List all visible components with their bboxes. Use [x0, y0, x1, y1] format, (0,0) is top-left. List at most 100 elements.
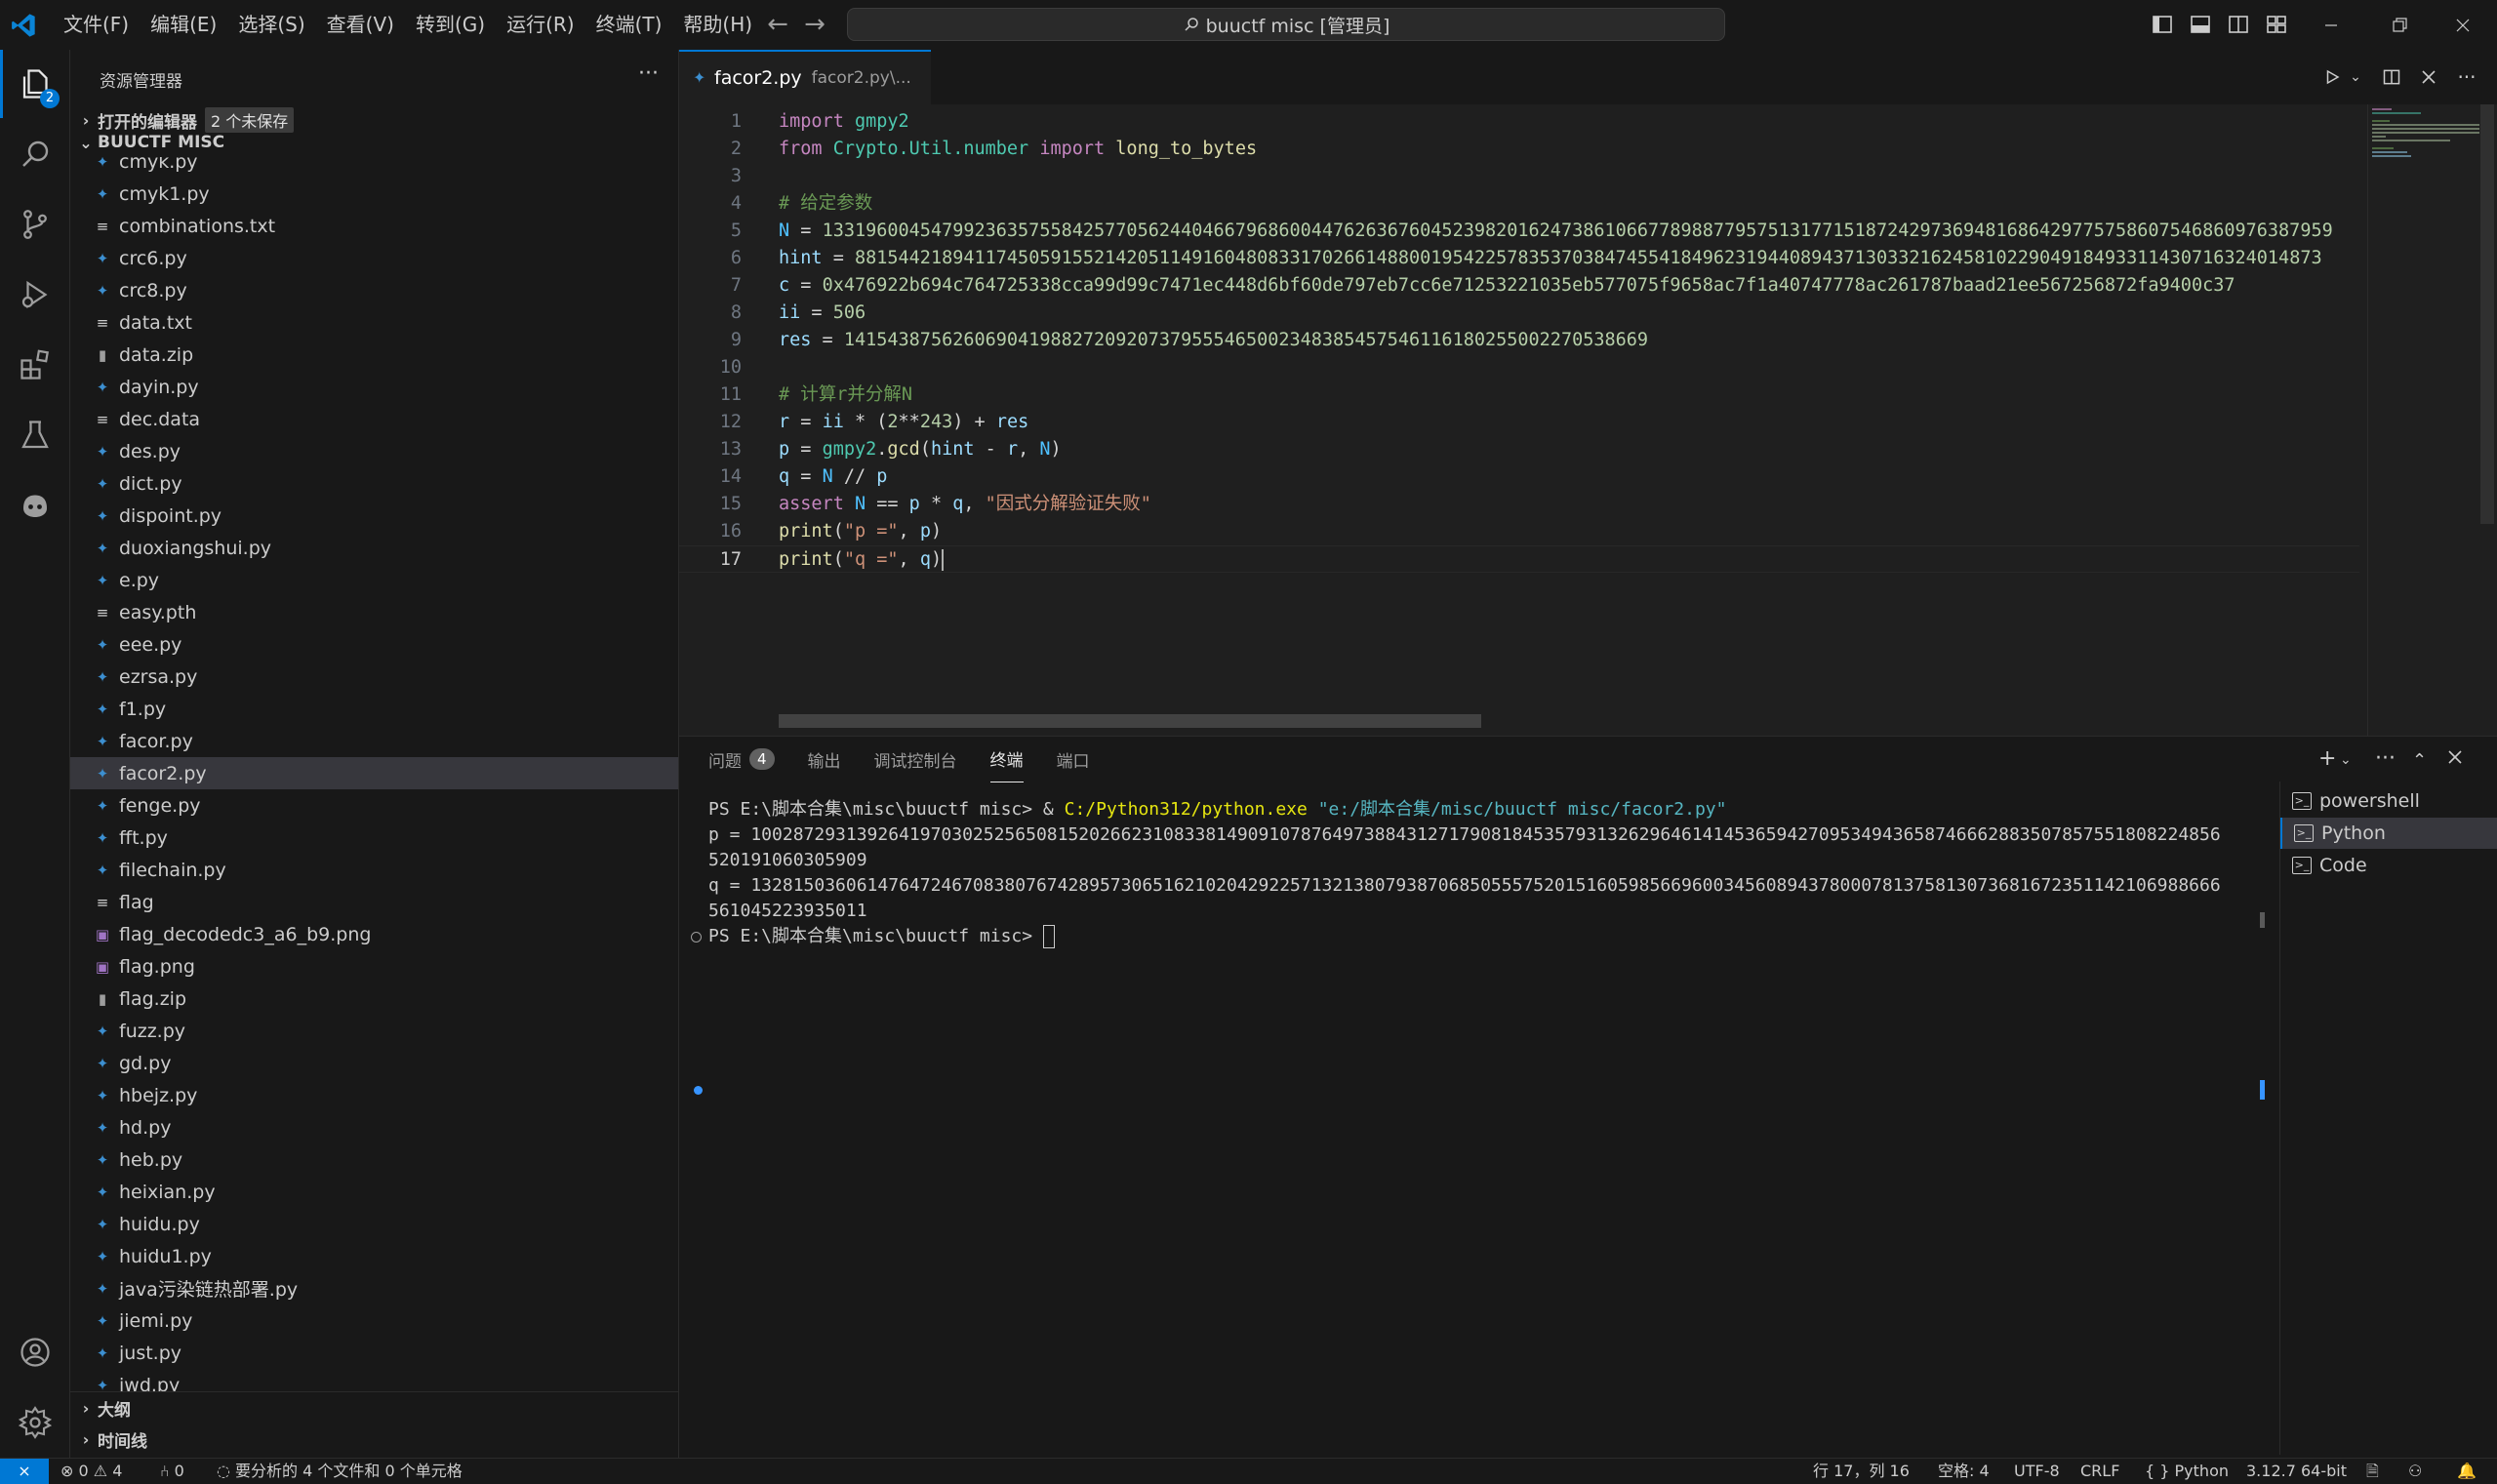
vscode-logo-icon[interactable] [10, 12, 37, 39]
analysis-status[interactable]: ◌ 要分析的 4 个文件和 0 个单元格 [217, 1459, 463, 1484]
testing-button[interactable] [0, 401, 69, 469]
encoding[interactable]: UTF-8 [2014, 1459, 2060, 1484]
file-item[interactable]: ✦ hd.py [70, 1111, 678, 1143]
file-item[interactable]: ✦ heb.py [70, 1143, 678, 1176]
split-editor-icon[interactable] [2378, 63, 2405, 91]
indentation[interactable]: 空格: 4 [1938, 1459, 1990, 1484]
settings-button[interactable] [0, 1388, 69, 1457]
account-button[interactable] [0, 1318, 69, 1386]
file-item[interactable]: ✦ gd.py [70, 1047, 678, 1079]
menu-item[interactable]: 编辑(E) [140, 0, 227, 50]
back-arrow-icon[interactable]: ← [763, 10, 792, 39]
file-item[interactable]: ≡ combinations.txt [70, 210, 678, 242]
file-item[interactable]: ✦ huidu.py [70, 1208, 678, 1240]
file-item[interactable]: ≡ data.txt [70, 306, 678, 339]
copilot-status-icon[interactable]: ⚇ [2408, 1459, 2422, 1484]
menu-item[interactable]: 转到(G) [405, 0, 496, 50]
file-item[interactable]: ✦ java污染链热部署.py [70, 1272, 678, 1304]
menu-item[interactable]: 文件(F) [53, 0, 140, 50]
file-item[interactable]: ✦ crc8.py [70, 274, 678, 306]
copilot-button[interactable] [0, 471, 69, 540]
file-item[interactable]: ✦ crc6.py [70, 242, 678, 274]
file-item[interactable]: ✦ jwd.py [70, 1369, 678, 1392]
tab-problems[interactable]: 问题 4 [708, 737, 775, 782]
file-item[interactable]: ✦ fft.py [70, 822, 678, 854]
toggle-primary-sidebar-icon[interactable] [2151, 13, 2174, 36]
minimize-button[interactable] [2297, 0, 2365, 50]
line-ending[interactable]: CRLF [2080, 1459, 2119, 1484]
more-actions-icon[interactable]: ··· [638, 61, 659, 86]
code-editor[interactable]: 1 import gmpy2 2 from Crypto.Util.number im… [679, 104, 2359, 736]
maximize-panel-chevron-up-icon[interactable]: ⌃ [2412, 750, 2427, 771]
cursor-position[interactable]: 行 17，列 16 [1813, 1459, 1910, 1484]
customize-layout-icon[interactable] [2265, 13, 2288, 36]
file-item[interactable]: ≡ easy.pth [70, 596, 678, 628]
file-item[interactable]: ✦ facor2.py [70, 757, 678, 789]
file-item[interactable]: ✦ jiemi.py [70, 1304, 678, 1337]
editor-more-actions-icon[interactable]: ··· [2453, 63, 2480, 91]
menu-item[interactable]: 查看(V) [316, 0, 405, 50]
file-item[interactable]: ✦ just.py [70, 1337, 678, 1369]
toggle-panel-icon[interactable] [2189, 13, 2212, 36]
menu-item[interactable]: 终端(T) [585, 0, 673, 50]
file-item[interactable]: ▣ flag.png [70, 950, 678, 983]
editor-tab[interactable]: ✦ facor2.py facor2.py\... [679, 50, 931, 104]
ports-status[interactable]: ⑃ 0 [160, 1459, 184, 1484]
file-item[interactable]: ✦ dispoint.py [70, 500, 678, 532]
file-item[interactable]: ✦ facor.py [70, 725, 678, 757]
command-decoration-dot-icon[interactable] [694, 1086, 703, 1095]
terminal-item-code[interactable]: >_ Code [2280, 850, 2497, 881]
source-control-button[interactable] [0, 190, 69, 259]
file-item[interactable]: ✦ huidu1.py [70, 1240, 678, 1272]
toggle-secondary-sidebar-icon[interactable] [2227, 13, 2250, 36]
menu-item[interactable]: 运行(R) [496, 0, 585, 50]
file-item[interactable]: ▮ flag.zip [70, 983, 678, 1015]
tab-debug-console[interactable]: 调试控制台 [874, 737, 957, 782]
close-panel-icon[interactable] [2447, 746, 2463, 771]
tab-terminal[interactable]: 终端 [989, 737, 1024, 782]
run-dropdown-chevron-icon[interactable]: ⌄ [2342, 63, 2369, 91]
file-item[interactable]: ✦ cmyk1.py [70, 178, 678, 210]
terminal-scrollbar[interactable] [2260, 797, 2265, 1383]
file-item[interactable]: ≡ flag [70, 886, 678, 918]
file-item[interactable]: ✦ fenge.py [70, 789, 678, 822]
file-item[interactable]: ✦ dayin.py [70, 371, 678, 403]
search-view-button[interactable] [0, 120, 69, 188]
tab-ports[interactable]: 端口 [1057, 737, 1090, 782]
close-window-button[interactable] [2429, 0, 2497, 50]
command-center-search[interactable]: buuctf misc [管理员] [847, 8, 1725, 41]
vertical-scrollbar[interactable] [2480, 104, 2494, 524]
menu-item[interactable]: 选择(S) [227, 0, 315, 50]
timeline-header[interactable]: › 时间线 [70, 1424, 678, 1455]
file-item[interactable]: ✦ hbejz.py [70, 1079, 678, 1111]
extensions-button[interactable] [0, 331, 69, 399]
forward-arrow-icon[interactable]: → [800, 10, 829, 39]
close-editor-icon[interactable] [2415, 63, 2442, 91]
file-item[interactable]: ✦ heixian.py [70, 1176, 678, 1208]
file-item[interactable]: ▣ flag_decodedc3_a6_b9.png [70, 918, 678, 950]
panel-more-actions-icon[interactable]: ··· [2375, 746, 2396, 771]
terminal-item-powershell[interactable]: >_ powershell [2280, 785, 2497, 817]
outline-header[interactable]: › 大纲 [70, 1391, 678, 1424]
menu-item[interactable]: 帮助(H) [672, 0, 763, 50]
minimap[interactable] [2367, 104, 2480, 736]
file-item[interactable]: ✦ duoxiangshui.py [70, 532, 678, 564]
problems-status[interactable]: ⊗ 0 ⚠ 4 [60, 1459, 122, 1484]
tab-output[interactable]: 输出 [808, 737, 841, 782]
file-item[interactable]: ✦ fuzz.py [70, 1015, 678, 1047]
command-decoration-icon[interactable] [691, 932, 702, 943]
file-item[interactable]: ✦ f1.py [70, 693, 678, 725]
notifications-bell-icon[interactable]: 🔔 [2457, 1459, 2477, 1484]
terminal-item-python[interactable]: >_ Python [2280, 818, 2497, 849]
file-item[interactable]: ≡ dec.data [70, 403, 678, 435]
file-item[interactable]: ✦ cmyk.py [70, 157, 678, 178]
file-item[interactable]: ✦ e.py [70, 564, 678, 596]
restore-button[interactable] [2365, 0, 2434, 50]
file-item[interactable]: ✦ filechain.py [70, 854, 678, 886]
file-item[interactable]: ✦ des.py [70, 435, 678, 467]
file-item[interactable]: ✦ dict.py [70, 467, 678, 500]
file-item[interactable]: ▮ data.zip [70, 339, 678, 371]
terminal-output[interactable]: PS E:\脚本合集\misc\buuctf misc> & C:/Python… [691, 797, 2260, 1383]
run-debug-button[interactable] [0, 261, 69, 329]
horizontal-scrollbar[interactable] [779, 714, 1481, 728]
